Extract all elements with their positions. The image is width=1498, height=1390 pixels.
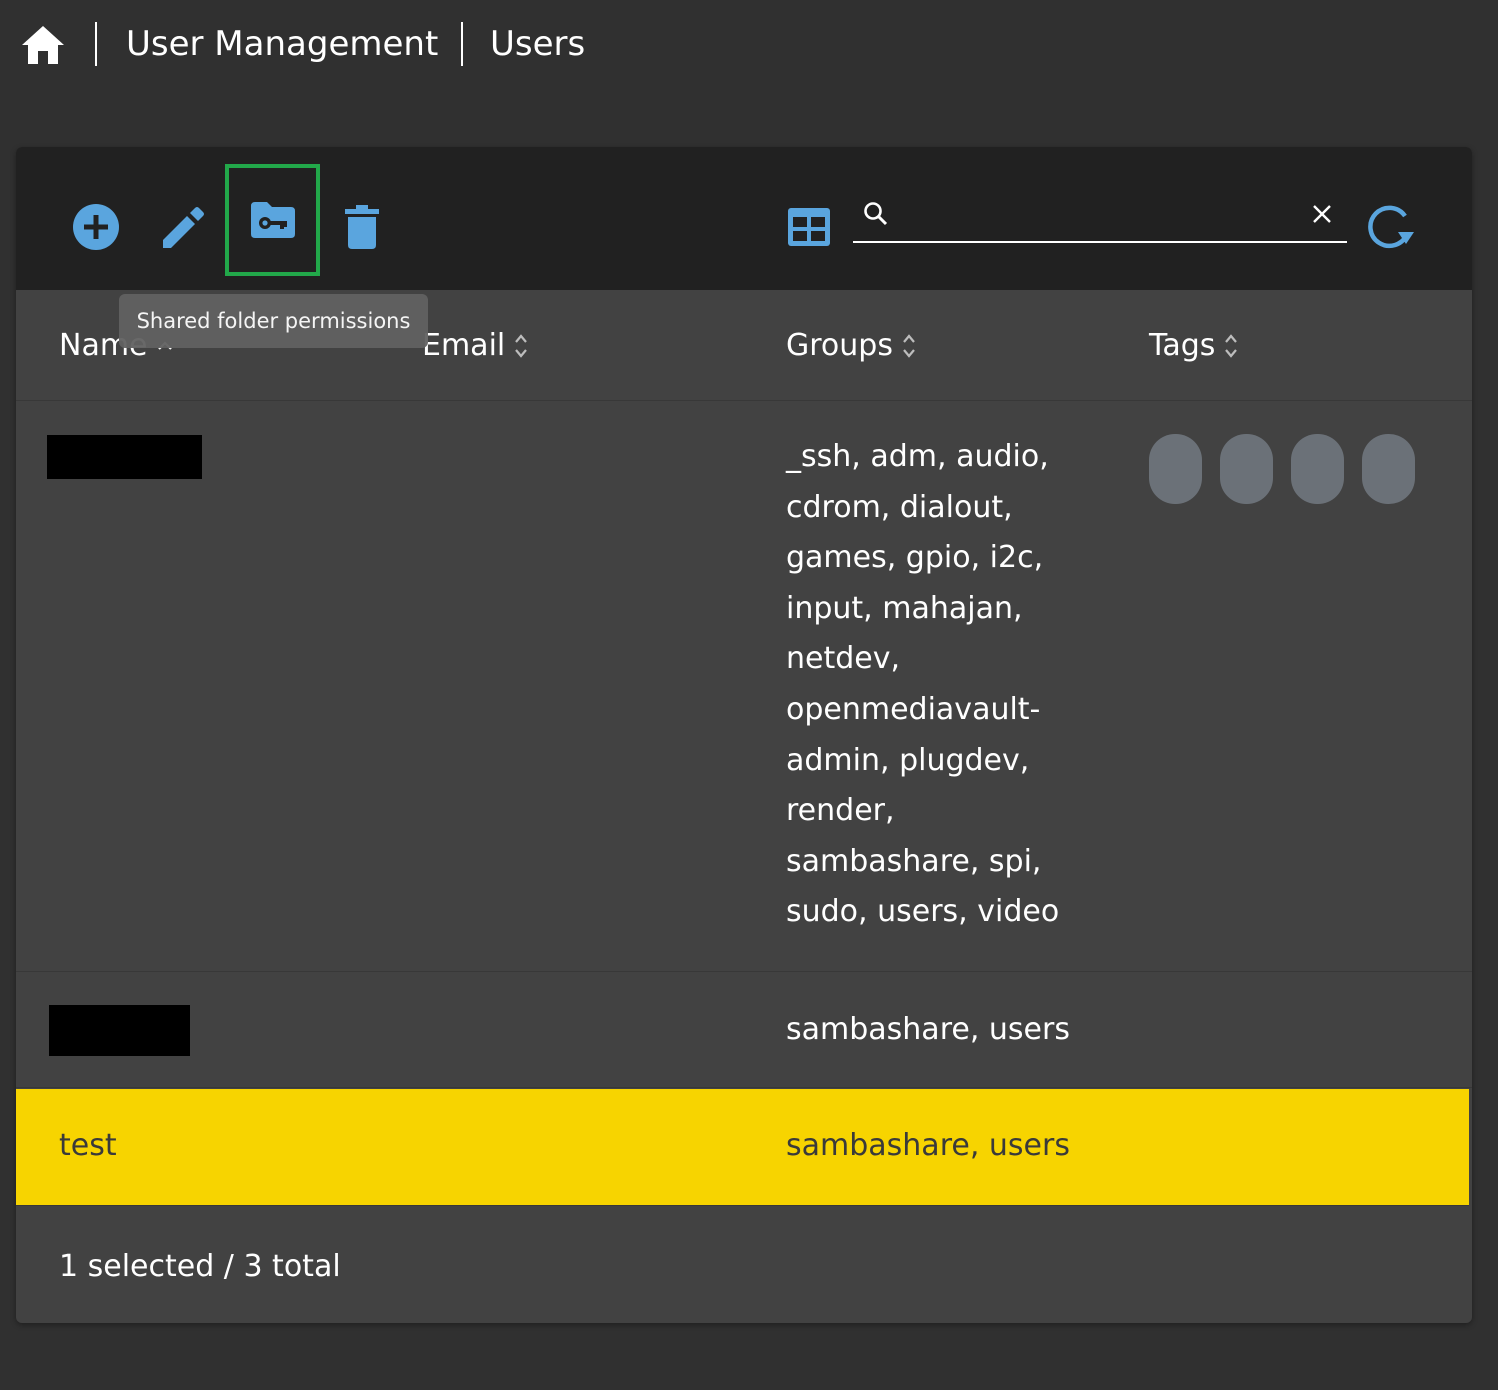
tooltip: Shared folder permissions [119,294,428,348]
breadcrumb-user-management[interactable]: User Management [126,20,438,68]
tag-pill [1362,434,1415,504]
breadcrumb-users: Users [490,24,586,64]
search-field [853,193,1347,243]
groups-cell: _ssh, adm, audio, cdrom, dialout, games,… [786,439,1060,930]
edit-button[interactable] [148,191,220,263]
redacted-name [49,1005,190,1056]
tag-pill [1220,434,1273,504]
folder-key-icon [250,202,295,238]
sort-icon [1225,334,1238,358]
column-header-label: Groups [786,328,893,363]
column-header-groups[interactable]: Groups [786,326,917,366]
tag-pill [1291,434,1344,504]
shared-folder-permissions-button[interactable] [225,164,320,276]
trash-icon [345,205,379,249]
tag-pill [1149,434,1202,504]
column-header-tags[interactable]: Tags [1149,326,1239,366]
redacted-name [47,435,202,479]
close-icon[interactable] [1311,203,1333,225]
column-header-label: Email [422,328,506,363]
pencil-icon [163,207,204,248]
groups-cell: sambashare, users [786,1128,1070,1163]
search-icon [864,202,888,226]
delete-button[interactable] [326,191,398,263]
home-icon[interactable] [20,24,66,66]
table-row[interactable]: sambashare, users [16,972,1472,1088]
refresh-icon [1368,205,1414,249]
breadcrumb-separator [461,22,463,66]
sort-icon [903,334,915,358]
table-icon [788,208,830,246]
add-button[interactable] [60,191,132,263]
table-row-selected[interactable]: test sambashare, users [16,1089,1469,1206]
selection-status: 1 selected / 3 total [59,1249,341,1284]
breadcrumb-separator [95,22,97,66]
column-header-email[interactable]: Email [422,326,529,366]
search-input[interactable] [899,197,1303,235]
refresh-button[interactable] [1354,191,1426,263]
groups-cell: sambashare, users [786,1012,1070,1047]
add-circle-icon [73,204,119,250]
toolbar [16,147,1472,290]
column-header-label: Tags [1149,328,1216,363]
sort-icon [515,334,528,358]
name-cell: test [59,1128,117,1163]
column-view-button[interactable] [773,191,845,263]
breadcrumb: User Management Users [0,0,1498,88]
table-footer: 1 selected / 3 total [16,1207,1472,1323]
